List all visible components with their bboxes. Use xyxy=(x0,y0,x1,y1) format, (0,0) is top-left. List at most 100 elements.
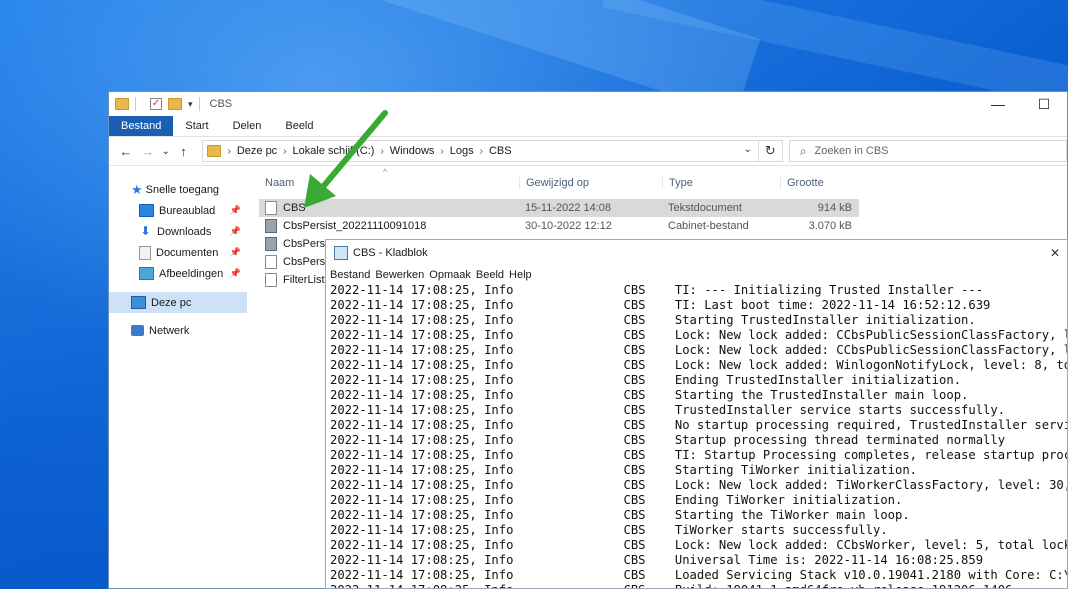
menu-help[interactable]: Help xyxy=(509,269,532,281)
minimize-button[interactable]: — xyxy=(975,92,1021,116)
maximize-button[interactable]: ☐ xyxy=(1021,92,1067,116)
log-message: Lock: New lock added: TiWorkerClassFacto… xyxy=(674,478,1067,492)
forward-button[interactable]: → xyxy=(137,144,159,159)
menu-beeld[interactable]: Beeld xyxy=(476,269,504,281)
log-line: 2022-11-14 17:08:25, Info CBS Starting T… xyxy=(330,313,1067,328)
log-message: Lock: New lock added: WinlogonNotifyLock… xyxy=(674,358,1067,372)
log-source: CBS xyxy=(623,508,646,522)
address-bar[interactable]: › Deze pc › Lokale schijf (C:) › Windows… xyxy=(202,140,759,162)
tab-start[interactable]: Start xyxy=(173,116,220,136)
log-line: 2022-11-14 17:08:25, Info CBS Starting t… xyxy=(330,508,1067,523)
notepad-title: CBS - Kladblok xyxy=(353,247,428,259)
network-icon xyxy=(131,325,144,336)
file-date: 15-11-2022 14:08 xyxy=(525,202,612,214)
picture-icon xyxy=(139,267,154,280)
sidebar-item-documenten[interactable]: Documenten 📌 xyxy=(109,242,247,263)
log-message: Starting the TiWorker main loop. xyxy=(674,508,910,522)
file-name: FilterList xyxy=(283,273,325,286)
column-header-type[interactable]: Type xyxy=(662,177,780,189)
sidebar-item-netwerk[interactable]: Netwerk xyxy=(109,320,247,341)
log-message: Ending TiWorker initialization. xyxy=(674,493,903,507)
column-headers: ^ Naam Gewijzigd op Type Grootte xyxy=(259,167,859,195)
log-timestamp: 2022-11-14 17:08:25, Info xyxy=(330,463,514,477)
notepad-text-area[interactable]: 2022-11-14 17:08:25, Info CBS TI: --- In… xyxy=(330,283,1067,588)
close-button[interactable]: ✕ xyxy=(1045,240,1065,266)
window-controls: — ☐ xyxy=(975,92,1067,116)
breadcrumb-deze-pc[interactable]: Deze pc xyxy=(237,145,277,157)
sidebar-item-downloads[interactable]: ⬇ Downloads 📌 xyxy=(109,221,247,242)
log-message: Starting the TrustedInstaller main loop. xyxy=(674,388,969,402)
log-source: CBS xyxy=(623,493,646,507)
notepad-menu-bar: Bestand Bewerken Opmaak Beeld Help xyxy=(326,266,1067,283)
pin-icon: 📌 xyxy=(229,226,241,236)
column-header-date[interactable]: Gewijzigd op xyxy=(519,177,662,189)
sidebar-item-label: Downloads xyxy=(157,225,212,238)
chevron-down-icon[interactable]: ⌄ xyxy=(744,144,752,155)
sidebar-item-quick-access[interactable]: ★ Snelle toegang xyxy=(109,179,247,200)
file-name: CBS xyxy=(283,201,306,214)
log-line: 2022-11-14 17:08:25, Info CBS Build: 190… xyxy=(330,583,1067,588)
log-timestamp: 2022-11-14 17:08:25, Info xyxy=(330,283,514,297)
table-row[interactable]: CBS 15-11-2022 14:08 Tekstdocument 914 k… xyxy=(259,199,859,217)
sidebar-item-label: Deze pc xyxy=(151,296,192,309)
breadcrumb-lokale-schijf[interactable]: Lokale schijf (C:) xyxy=(293,145,375,157)
sort-ascending-icon: ^ xyxy=(383,167,388,177)
folder-icon xyxy=(115,98,129,110)
star-icon: ★ xyxy=(131,181,143,197)
up-button[interactable]: ↑ xyxy=(173,144,195,159)
log-line: 2022-11-14 17:08:25, Info CBS Ending TiW… xyxy=(330,493,1067,508)
log-source: CBS xyxy=(623,538,646,552)
properties-icon[interactable]: ✓ xyxy=(150,98,162,110)
log-source: CBS xyxy=(623,358,646,372)
text-file-icon xyxy=(265,201,277,215)
table-row[interactable]: CbsPersist_20221110091018 30-10-2022 12:… xyxy=(259,217,859,235)
log-source: CBS xyxy=(623,553,646,567)
refresh-button[interactable]: ↻ xyxy=(758,140,783,162)
tab-delen[interactable]: Delen xyxy=(221,116,274,136)
breadcrumb-separator: › xyxy=(479,145,483,157)
sidebar-item-bureaublad[interactable]: Bureaublad 📌 xyxy=(109,200,247,221)
breadcrumb-cbs[interactable]: CBS xyxy=(489,145,512,157)
file-type: Cabinet-bestand xyxy=(668,220,749,232)
log-message: TrustedInstaller service starts successf… xyxy=(674,403,1006,417)
divider xyxy=(135,97,136,111)
customize-quick-access-icon[interactable]: ▾ xyxy=(188,99,193,110)
sidebar-item-deze-pc[interactable]: Deze pc xyxy=(109,292,247,313)
search-box[interactable]: ⌕ Zoeken in CBS xyxy=(788,140,1067,162)
log-message: Lock: New lock added: CCbsWorker, level:… xyxy=(674,538,1067,552)
navigation-pane: ★ Snelle toegang Bureaublad 📌 ⬇ Download… xyxy=(109,165,247,589)
column-header-size[interactable]: Grootte xyxy=(780,177,856,189)
log-message: No startup processing required, TrustedI… xyxy=(674,418,1067,432)
sidebar-item-afbeeldingen[interactable]: Afbeeldingen 📌 xyxy=(109,263,247,284)
menu-opmaak[interactable]: Opmaak xyxy=(429,269,471,281)
tab-beeld[interactable]: Beeld xyxy=(273,116,325,136)
cabinet-file-icon xyxy=(265,219,277,233)
tab-bestand[interactable]: Bestand xyxy=(109,116,174,136)
log-message: Lock: New lock added: CCbsPublicSessionC… xyxy=(674,328,1067,342)
log-timestamp: 2022-11-14 17:08:25, Info xyxy=(330,433,514,447)
navigation-bar: ← → ⌄ ↑ › Deze pc › Lokale schijf (C:) ›… xyxy=(109,137,1067,166)
recent-locations-button[interactable]: ⌄ xyxy=(159,146,173,157)
log-line: 2022-11-14 17:08:25, Info CBS Startup pr… xyxy=(330,433,1067,448)
log-timestamp: 2022-11-14 17:08:25, Info xyxy=(330,493,514,507)
log-source: CBS xyxy=(624,583,646,588)
menu-bewerken[interactable]: Bewerken xyxy=(375,269,424,281)
log-source: CBS xyxy=(623,283,646,297)
log-message: Universal Time is: 2022-11-14 16:08:25.8… xyxy=(674,553,984,567)
text-file-icon xyxy=(265,273,277,287)
log-source: CBS xyxy=(623,433,646,447)
log-source: CBS xyxy=(623,403,646,417)
back-button[interactable]: ← xyxy=(115,144,137,159)
cabinet-file-icon xyxy=(265,237,277,251)
log-line: 2022-11-14 17:08:25, Info CBS Universal … xyxy=(330,553,1067,568)
log-message: Lock: New lock added: CCbsPublicSessionC… xyxy=(674,343,1067,357)
sidebar-item-label: Afbeeldingen xyxy=(159,267,224,280)
log-timestamp: 2022-11-14 17:08:25, Info xyxy=(330,373,514,387)
breadcrumb-windows[interactable]: Windows xyxy=(390,145,435,157)
breadcrumb-logs[interactable]: Logs xyxy=(450,145,474,157)
log-source: CBS xyxy=(623,448,646,462)
new-folder-icon[interactable] xyxy=(168,98,182,110)
menu-bestand[interactable]: Bestand xyxy=(330,269,370,281)
notepad-icon xyxy=(334,246,348,260)
column-header-name[interactable]: Naam xyxy=(259,177,519,189)
